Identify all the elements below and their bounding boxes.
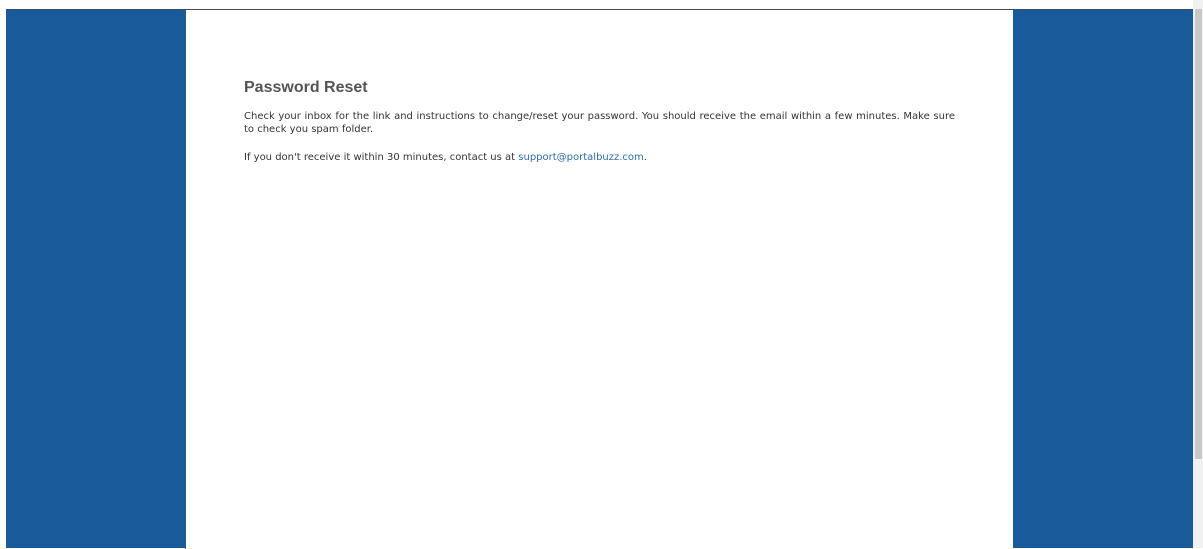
page-title: Password Reset bbox=[244, 79, 368, 96]
scrollbar-thumb[interactable] bbox=[1195, 9, 1202, 459]
support-text-suffix: . bbox=[643, 152, 647, 163]
page-background: Password Reset Check your inbox for the … bbox=[6, 9, 1193, 549]
content-panel: Password Reset Check your inbox for the … bbox=[185, 10, 1013, 549]
vertical-scrollbar[interactable] bbox=[1193, 0, 1203, 548]
message-container: Password Reset Check your inbox for the … bbox=[244, 78, 955, 179]
support-text-prefix: If you don't receive it within 30 minute… bbox=[244, 152, 519, 163]
support-text: If you don't receive it within 30 minute… bbox=[244, 151, 955, 164]
support-email-link[interactable]: support@portalbuzz.com bbox=[518, 152, 644, 163]
instructions-text: Check your inbox for the link and instru… bbox=[244, 111, 955, 135]
